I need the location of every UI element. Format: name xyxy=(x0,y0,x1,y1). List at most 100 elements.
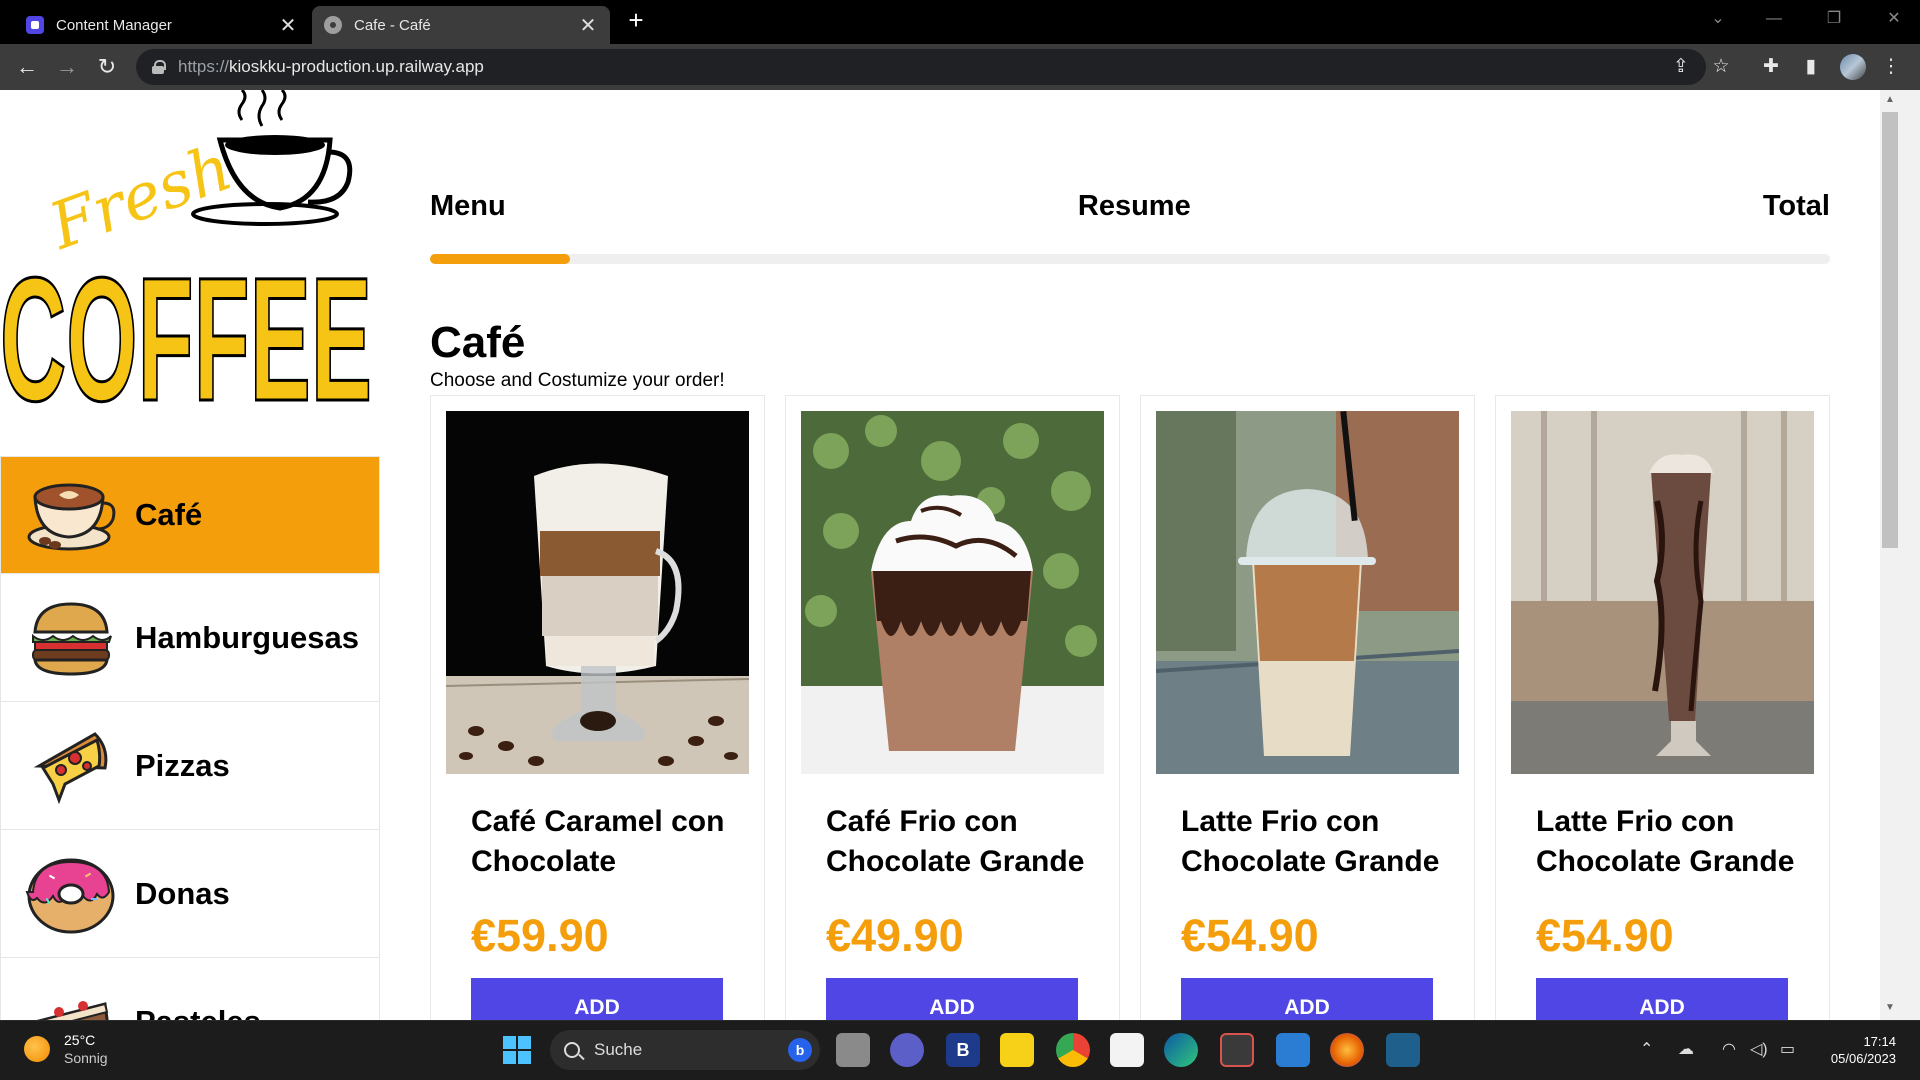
sidebar-item-label: Hamburguesas xyxy=(135,619,359,655)
task-view-icon[interactable] xyxy=(836,1033,870,1067)
logo-word: COFFEE xyxy=(0,242,372,420)
edge-icon[interactable] xyxy=(1164,1033,1198,1067)
sidebar-item-donas[interactable]: Donas xyxy=(0,830,380,958)
reload-icon[interactable]: ↻ xyxy=(92,52,122,82)
product-price: €54.90 xyxy=(1536,910,1674,961)
close-tab-icon[interactable]: ✕ xyxy=(278,13,298,38)
sidebar-item-label: Pasteles xyxy=(135,1004,261,1021)
wifi-icon[interactable]: ◠ xyxy=(1722,1039,1736,1059)
tab-search-icon[interactable]: ⌄ xyxy=(1690,0,1746,40)
bookmark-star-icon[interactable]: ☆ xyxy=(1706,52,1736,82)
add-to-order-button[interactable]: ADD xyxy=(826,978,1078,1020)
product-name: Latte Frio con Chocolate Grande xyxy=(1536,805,1795,878)
weather-temperature: 25°C xyxy=(64,1032,96,1048)
restore-icon[interactable]: ❐ xyxy=(1806,0,1862,40)
weather-condition: Sonnig xyxy=(64,1050,108,1066)
vscode-icon[interactable] xyxy=(1276,1033,1310,1067)
show-hidden-icons-icon[interactable]: ⌃ xyxy=(1640,1039,1653,1059)
microsoft-store-icon[interactable] xyxy=(1110,1033,1144,1067)
product-name: Café Frio con Chocolate Grande xyxy=(826,805,1085,878)
side-panel-icon[interactable]: ▮ xyxy=(1796,52,1826,82)
sidebar-item-pizzas[interactable]: Pizzas xyxy=(0,702,380,830)
battery-icon[interactable]: ▭ xyxy=(1780,1039,1795,1059)
profile-avatar[interactable] xyxy=(1840,54,1866,80)
cake-icon xyxy=(34,1000,109,1020)
fresh-coffee-logo: Fresh COFFEE xyxy=(0,90,380,440)
share-icon[interactable]: ⇪ xyxy=(1666,52,1696,82)
product-card: Latte Frio con Chocolate Grande €54.90 A… xyxy=(1140,395,1475,1020)
taskbar-search[interactable]: Suche b xyxy=(550,1030,820,1070)
close-tab-icon[interactable]: ✕ xyxy=(578,13,598,38)
browser-toolbar: ← → ↻ https://kioskku-production.up.rail… xyxy=(0,44,1920,90)
product-card: Latte Frio con Chocolate Grande €54.90 A… xyxy=(1495,395,1830,1020)
kiosk-page: Fresh COFFEE Café Hamburguesas Pizzas Do… xyxy=(0,90,1880,1020)
sidebar-item-cafe[interactable]: Café xyxy=(0,456,380,574)
product-card: Café Caramel con Chocolate €59.90 ADD xyxy=(430,395,765,1020)
add-to-order-button[interactable]: ADD xyxy=(1181,978,1433,1020)
chrome-menu-icon[interactable]: ⋮ xyxy=(1876,52,1906,82)
category-sidebar: Café Hamburguesas Pizzas Donas xyxy=(0,456,380,1020)
pizza-icon xyxy=(33,731,108,804)
add-to-order-button[interactable]: ADD xyxy=(1536,978,1788,1020)
sidebar-item-hamburguesas[interactable]: Hamburguesas xyxy=(0,574,380,702)
category-subtitle: Choose and Costumize your order! xyxy=(430,370,725,391)
weather-widget[interactable]: 25°C Sonnig xyxy=(24,1031,108,1067)
coffee-cup-icon xyxy=(27,483,116,551)
tab-cafe[interactable]: Cafe - Café ✕ xyxy=(312,6,610,44)
address-bar[interactable]: https://kioskku-production.up.railway.ap… xyxy=(136,49,1706,85)
tab-title: Content Manager xyxy=(56,16,172,34)
terminal-app-icon[interactable] xyxy=(1386,1033,1420,1067)
taskbar-clock[interactable]: 17:14 05/06/2023 xyxy=(1812,1033,1896,1067)
add-to-order-button[interactable]: ADD xyxy=(471,978,723,1020)
step-resume[interactable]: Resume xyxy=(1078,190,1191,223)
product-name: Latte Frio con Chocolate Grande xyxy=(1181,805,1440,878)
sidebar-item-pasteles[interactable]: Pasteles xyxy=(0,958,380,1020)
extensions-puzzle-icon[interactable]: ✚ xyxy=(1756,52,1786,82)
close-window-icon[interactable]: ✕ xyxy=(1866,0,1920,40)
product-grid: Café Caramel con Chocolate €59.90 ADD Ca… xyxy=(430,395,1830,1020)
product-image-chocolate-shake xyxy=(1511,411,1814,774)
minimize-icon[interactable]: — xyxy=(1746,0,1802,40)
volume-icon[interactable]: ◁) xyxy=(1750,1039,1768,1059)
content-manager-favicon-icon xyxy=(26,16,44,34)
new-tab-button[interactable]: + xyxy=(622,6,650,34)
url-scheme: https:// xyxy=(178,57,230,76)
forward-arrow-icon[interactable]: → xyxy=(52,52,82,82)
sidebar-item-label: Café xyxy=(135,497,203,532)
product-name: Café Caramel con Chocolate xyxy=(471,805,725,878)
teams-chat-icon[interactable] xyxy=(890,1033,924,1067)
firefox-icon[interactable] xyxy=(1330,1033,1364,1067)
sidebar-item-label: Donas xyxy=(135,875,230,911)
windows-taskbar: 25°C Sonnig Suche b B ⌃ ☁ ◠ ◁) ▭ 17:14 0… xyxy=(0,1020,1920,1080)
bing-icon[interactable]: b xyxy=(788,1038,812,1062)
scroll-down-icon[interactable]: ▼ xyxy=(1882,1000,1898,1016)
windows-start-icon[interactable] xyxy=(500,1033,534,1067)
search-label: Suche xyxy=(594,1040,643,1059)
scrollbar-thumb[interactable] xyxy=(1882,112,1898,548)
tab-content-manager[interactable]: Content Manager ✕ xyxy=(14,6,310,44)
snipping-tool-icon[interactable] xyxy=(1220,1033,1254,1067)
sun-icon xyxy=(24,1036,50,1062)
back-arrow-icon[interactable]: ← xyxy=(12,52,42,82)
scroll-up-icon[interactable]: ▲ xyxy=(1882,92,1898,108)
tab-title: Cafe - Café xyxy=(354,16,431,34)
product-price: €59.90 xyxy=(471,910,609,961)
browser-tab-bar: Content Manager ✕ Cafe - Café ✕ + ⌄ — ❐ … xyxy=(0,0,1920,44)
order-progress-fill xyxy=(430,254,570,264)
chrome-icon[interactable] xyxy=(1056,1033,1090,1067)
globe-favicon-icon xyxy=(324,16,342,34)
order-steps: Menu Resume Total xyxy=(430,190,1830,223)
step-total[interactable]: Total xyxy=(1763,190,1830,223)
product-price: €54.90 xyxy=(1181,910,1319,961)
booking-app-icon[interactable]: B xyxy=(946,1033,980,1067)
sidebar-item-label: Pizzas xyxy=(135,747,230,783)
clock-time: 17:14 xyxy=(1863,1034,1896,1049)
step-menu[interactable]: Menu xyxy=(430,190,506,223)
lock-icon xyxy=(152,60,166,74)
category-title: Café xyxy=(430,318,526,367)
product-image-caramel-latte xyxy=(446,411,749,774)
onedrive-cloud-icon[interactable]: ☁ xyxy=(1678,1039,1694,1059)
sticky-notes-icon[interactable] xyxy=(1000,1033,1034,1067)
burger-icon xyxy=(32,601,112,676)
product-image-iced-latte xyxy=(1156,411,1459,774)
